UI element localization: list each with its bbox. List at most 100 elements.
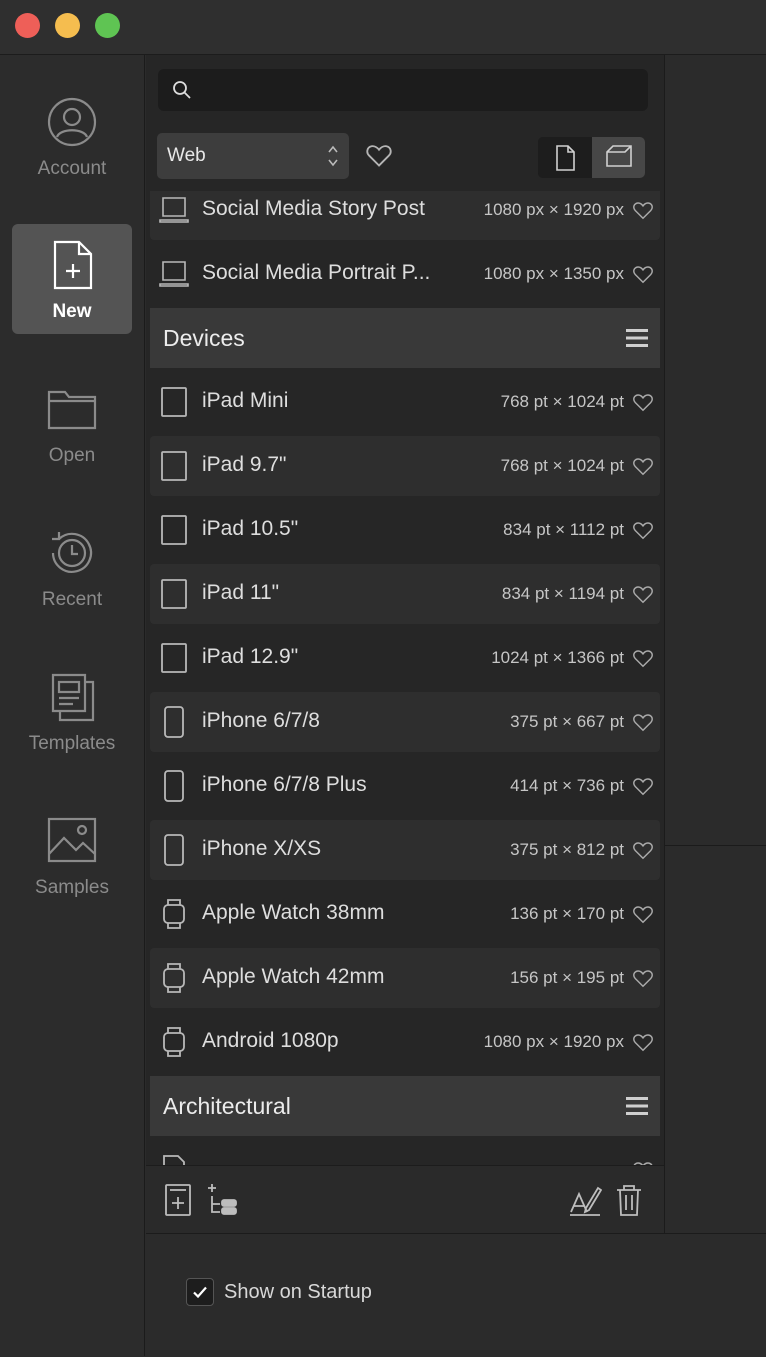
laptop-icon bbox=[159, 261, 189, 287]
preset-size: 768 pt × 1024 pt bbox=[500, 392, 624, 411]
favorite-heart-icon[interactable] bbox=[632, 967, 654, 989]
page-icon bbox=[163, 1155, 185, 1165]
preset-row[interactable]: Apple Watch 38mm 136 pt × 170 pt bbox=[150, 884, 660, 944]
favorite-heart-icon[interactable] bbox=[632, 583, 654, 605]
preset-size: 136 pt × 170 pt bbox=[510, 904, 624, 923]
add-preset-icon[interactable] bbox=[162, 1182, 196, 1218]
sidebar: Account New Open Recent Templates Sample… bbox=[0, 55, 145, 1356]
preset-panel: Web Social Media Story Post 1080 px × 19… bbox=[146, 55, 665, 1234]
preset-row[interactable]: iPhone 6/7/8 375 pt × 667 pt bbox=[150, 692, 660, 752]
preset-name: Android 1080p bbox=[202, 1029, 339, 1052]
landscape-orientation-button[interactable] bbox=[592, 137, 645, 178]
favorite-heart-icon[interactable] bbox=[632, 519, 654, 541]
preset-size: 1024 pt × 1366 pt bbox=[491, 648, 624, 667]
favorite-heart-icon[interactable] bbox=[632, 775, 654, 797]
new-document-icon bbox=[53, 240, 93, 290]
preset-row[interactable]: Android 1080p 1080 px × 1920 px bbox=[150, 1012, 660, 1072]
preset-name: iPad 9.7" bbox=[202, 453, 287, 476]
preset-row[interactable]: iPad 12.9" 1024 pt × 1366 pt bbox=[150, 628, 660, 688]
image-icon bbox=[47, 817, 97, 863]
section-header-devices[interactable]: Devices bbox=[150, 308, 660, 368]
preset-size: 375 pt × 667 pt bbox=[510, 712, 624, 731]
sidebar-item-open[interactable]: Open bbox=[12, 368, 132, 478]
category-select-value: Web bbox=[167, 145, 206, 166]
phone-icon bbox=[164, 706, 184, 738]
preset-size: 375 pt × 812 pt bbox=[510, 840, 624, 859]
preset-name: iPad 11" bbox=[202, 581, 280, 604]
minimize-window-button[interactable] bbox=[55, 13, 80, 38]
tablet-icon bbox=[161, 387, 187, 417]
hamburger-menu-icon[interactable] bbox=[626, 1096, 648, 1116]
preset-row[interactable]: iPhone 6/7/8 Plus 414 pt × 736 pt bbox=[150, 756, 660, 816]
select-chevron-icon bbox=[328, 145, 338, 167]
favorite-heart-icon[interactable] bbox=[632, 711, 654, 733]
favorite-heart-icon[interactable] bbox=[632, 391, 654, 413]
category-select[interactable]: Web bbox=[157, 133, 349, 179]
preset-name: iPhone 6/7/8 bbox=[202, 709, 320, 732]
preset-row[interactable]: Apple Watch 42mm 156 pt × 195 pt bbox=[150, 948, 660, 1008]
preset-size: 768 pt × 1024 pt bbox=[500, 456, 624, 475]
preset-list: Social Media Story Post 1080 px × 1920 p… bbox=[146, 191, 664, 1165]
preset-size: 834 pt × 1112 pt bbox=[503, 520, 624, 539]
favorite-heart-icon[interactable] bbox=[632, 647, 654, 669]
watch-icon bbox=[163, 1027, 185, 1057]
favorite-heart-icon[interactable] bbox=[632, 263, 654, 285]
favorite-heart-icon[interactable] bbox=[632, 455, 654, 477]
preset-row[interactable]: iPhone X/XS 375 pt × 812 pt bbox=[150, 820, 660, 880]
sidebar-item-account[interactable]: Account bbox=[12, 81, 132, 191]
trash-icon[interactable] bbox=[612, 1182, 646, 1218]
tablet-icon bbox=[161, 643, 187, 673]
preset-row[interactable]: iPad 10.5" 834 pt × 1112 pt bbox=[150, 500, 660, 560]
preset-size: 1080 px × 1920 px bbox=[483, 1032, 624, 1051]
preset-row[interactable]: Social Media Portrait P... 1080 px × 135… bbox=[150, 244, 660, 304]
show-on-startup-checkbox[interactable] bbox=[186, 1278, 214, 1306]
preset-name: iPhone X/XS bbox=[202, 837, 322, 860]
tablet-icon bbox=[161, 579, 187, 609]
sidebar-item-label: New bbox=[52, 301, 92, 322]
sidebar-item-label: Templates bbox=[28, 733, 116, 754]
preset-row[interactable]: iPad 9.7" 768 pt × 1024 pt bbox=[150, 436, 660, 496]
favorites-filter-heart-icon[interactable] bbox=[365, 141, 393, 169]
preset-name: iPad Mini bbox=[202, 389, 289, 412]
sidebar-item-templates[interactable]: Templates bbox=[12, 656, 132, 766]
preset-row-partial[interactable] bbox=[150, 1140, 660, 1165]
favorite-heart-icon[interactable] bbox=[632, 903, 654, 925]
sidebar-item-samples[interactable]: Samples bbox=[12, 800, 132, 910]
laptop-icon bbox=[159, 197, 189, 223]
favorite-heart-icon[interactable] bbox=[632, 839, 654, 861]
add-category-icon[interactable] bbox=[204, 1182, 238, 1218]
portrait-orientation-button[interactable] bbox=[538, 137, 591, 178]
edit-preset-icon[interactable] bbox=[568, 1182, 602, 1218]
tablet-icon bbox=[161, 515, 187, 545]
preview-pane bbox=[665, 55, 766, 1233]
sidebar-item-label: Open bbox=[48, 445, 96, 466]
hamburger-menu-icon[interactable] bbox=[626, 328, 648, 348]
preset-size: 1080 px × 1350 px bbox=[483, 264, 624, 283]
section-header-architectural[interactable]: Architectural bbox=[150, 1076, 660, 1136]
favorite-heart-icon[interactable] bbox=[632, 199, 654, 221]
preset-row[interactable]: iPad 11" 834 pt × 1194 pt bbox=[150, 564, 660, 624]
phone-icon bbox=[164, 834, 184, 866]
preset-size: 414 pt × 736 pt bbox=[510, 776, 624, 795]
preset-size: 1080 px × 1920 px bbox=[483, 200, 624, 219]
checkmark-icon bbox=[193, 1286, 207, 1299]
search-box bbox=[158, 69, 648, 113]
account-icon bbox=[47, 97, 97, 147]
preset-name: iPad 12.9" bbox=[202, 645, 299, 668]
phone-icon bbox=[164, 770, 184, 802]
close-window-button[interactable] bbox=[15, 13, 40, 38]
preset-size: 834 pt × 1194 pt bbox=[501, 584, 624, 603]
section-title: Architectural bbox=[163, 1093, 291, 1119]
preset-row[interactable]: iPad Mini 768 pt × 1024 pt bbox=[150, 372, 660, 432]
preset-name: iPhone 6/7/8 Plus bbox=[202, 773, 367, 796]
sidebar-item-new[interactable]: New bbox=[12, 224, 132, 334]
zoom-window-button[interactable] bbox=[95, 13, 120, 38]
sidebar-item-recent[interactable]: Recent bbox=[12, 512, 132, 622]
window-titlebar bbox=[0, 0, 766, 55]
preset-name: Social Media Story Post bbox=[202, 197, 425, 220]
show-on-startup-label[interactable]: Show on Startup bbox=[224, 1281, 372, 1304]
preset-row[interactable]: Social Media Story Post 1080 px × 1920 p… bbox=[150, 191, 660, 240]
search-input[interactable] bbox=[202, 69, 636, 113]
tablet-icon bbox=[161, 451, 187, 481]
favorite-heart-icon[interactable] bbox=[632, 1031, 654, 1053]
